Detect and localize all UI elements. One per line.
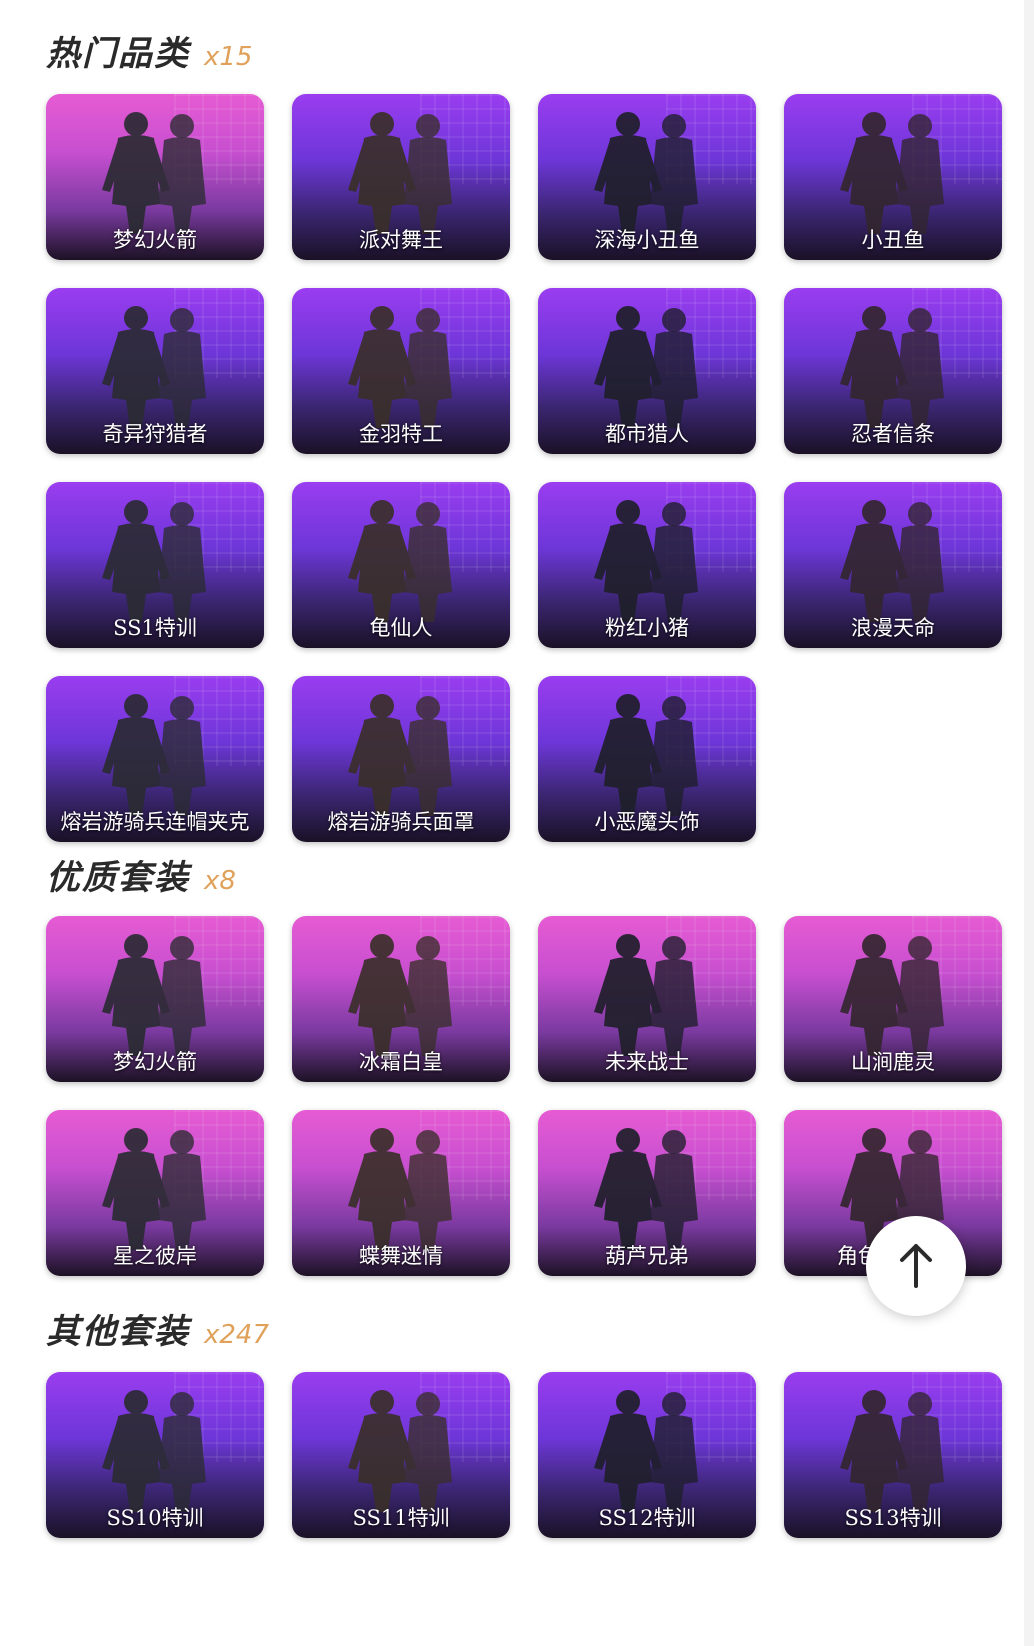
item-label: 熔岩游骑兵连帽夹克 [60, 810, 250, 834]
arrow-up-icon [900, 1244, 932, 1288]
scroll-to-top-button[interactable] [866, 1216, 966, 1316]
item-label: 冰霜白皇 [359, 1050, 443, 1074]
section-title: 其他套装 [46, 1312, 190, 1352]
item-card[interactable]: SS13特训 [784, 1372, 1002, 1538]
item-label: 梦幻火箭 [113, 228, 197, 252]
item-label: 小恶魔头饰 [594, 810, 700, 834]
item-card[interactable]: 梦幻火箭 [46, 916, 264, 1082]
item-label: 小丑鱼 [861, 228, 925, 252]
item-card[interactable]: SS10特训 [46, 1372, 264, 1538]
item-label: 奇异狩猎者 [102, 422, 208, 446]
section-title: 热门品类 [46, 34, 190, 74]
item-label: SS12特训 [598, 1506, 696, 1530]
item-label: 山涧鹿灵 [851, 1050, 935, 1074]
item-card[interactable]: 葫芦兄弟 [538, 1110, 756, 1276]
item-label: 浪漫天命 [851, 616, 935, 640]
section-count: x8 [204, 866, 236, 896]
item-label: 梦幻火箭 [113, 1050, 197, 1074]
item-card[interactable]: 冰霜白皇 [292, 916, 510, 1082]
item-card[interactable]: 小恶魔头饰 [538, 676, 756, 842]
section-header: 其他套装 x247 [46, 1304, 269, 1353]
item-label: 深海小丑鱼 [594, 228, 700, 252]
section-header: 优质套装 x8 [46, 850, 236, 899]
item-label: 都市猎人 [605, 422, 689, 446]
item-label: 熔岩游骑兵面罩 [327, 810, 475, 834]
item-label: 金羽特工 [359, 422, 443, 446]
item-label: 葫芦兄弟 [605, 1244, 689, 1268]
item-card[interactable]: 梦幻火箭 [46, 94, 264, 260]
item-label: 忍者信条 [851, 422, 935, 446]
item-card[interactable]: 蝶舞迷情 [292, 1110, 510, 1276]
item-label: SS1特训 [113, 616, 197, 640]
item-card[interactable]: 浪漫天命 [784, 482, 1002, 648]
item-label: 未来战士 [605, 1050, 689, 1074]
item-label: 派对舞王 [359, 228, 443, 252]
item-card[interactable]: SS1特训 [46, 482, 264, 648]
item-card[interactable]: 都市猎人 [538, 288, 756, 454]
item-card[interactable]: 派对舞王 [292, 94, 510, 260]
item-card[interactable]: 熔岩游骑兵面罩 [292, 676, 510, 842]
section-count: x15 [204, 42, 253, 72]
section-count: x247 [204, 1320, 270, 1350]
item-card[interactable]: SS12特训 [538, 1372, 756, 1538]
item-label: SS10特训 [106, 1506, 204, 1530]
item-label: 龟仙人 [369, 616, 433, 640]
item-label: 星之彼岸 [113, 1244, 197, 1268]
item-grid: 梦幻火箭 冰霜白皇 未来战士 山涧鹿灵 星之彼岸 蝶舞迷情 葫芦兄弟 [46, 916, 1002, 1276]
item-card[interactable]: 忍者信条 [784, 288, 1002, 454]
item-card[interactable]: 星之彼岸 [46, 1110, 264, 1276]
item-label: SS11特训 [352, 1506, 450, 1530]
item-card[interactable]: 熔岩游骑兵连帽夹克 [46, 676, 264, 842]
item-label: 蝶舞迷情 [359, 1244, 443, 1268]
item-card[interactable]: SS11特训 [292, 1372, 510, 1538]
item-grid: 梦幻火箭 派对舞王 深海小丑鱼 小丑鱼 奇异狩猎者 金羽特工 都市猎人 忍者信条… [46, 94, 1002, 842]
section-title: 优质套装 [46, 858, 190, 898]
item-grid: SS10特训 SS11特训 SS12特训 SS13特训 [46, 1372, 1002, 1538]
section-header: 热门品类 x15 [46, 26, 252, 75]
item-card[interactable]: 山涧鹿灵 [784, 916, 1002, 1082]
item-card[interactable]: 龟仙人 [292, 482, 510, 648]
item-card[interactable]: 小丑鱼 [784, 94, 1002, 260]
item-card[interactable]: 金羽特工 [292, 288, 510, 454]
item-card[interactable]: 未来战士 [538, 916, 756, 1082]
item-card[interactable]: 奇异狩猎者 [46, 288, 264, 454]
item-label: SS13特训 [844, 1506, 942, 1530]
page: 热门品类 x15 梦幻火箭 派对舞王 深海小丑鱼 小丑鱼 奇异狩猎者 金羽特工 … [0, 0, 1034, 1646]
item-card[interactable]: 深海小丑鱼 [538, 94, 756, 260]
item-label: 粉红小猪 [605, 616, 689, 640]
scroll-edge [1024, 0, 1034, 1646]
item-card[interactable]: 粉红小猪 [538, 482, 756, 648]
